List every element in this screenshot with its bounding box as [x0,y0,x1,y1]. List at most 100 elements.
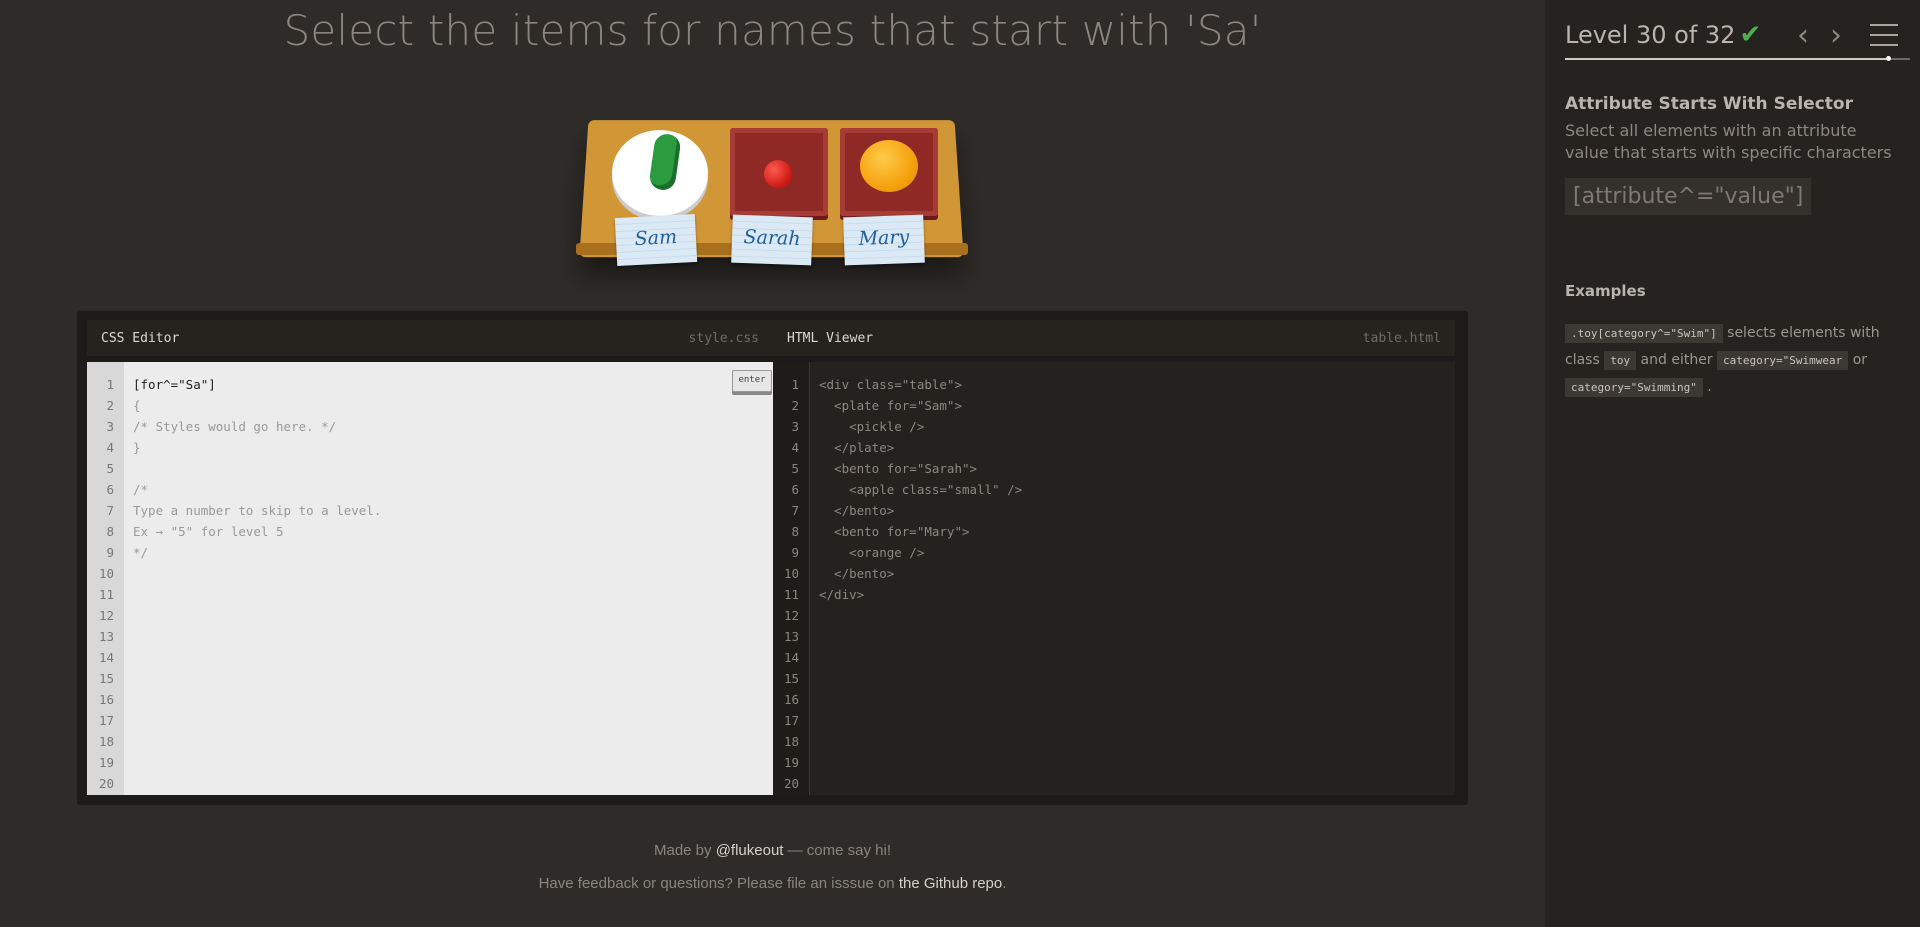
orange[interactable] [860,140,918,192]
line-number: 15 [783,671,799,686]
enter-button[interactable]: enter [732,370,772,392]
code-line: */ [133,545,149,560]
code-line: <pickle /> [819,419,925,434]
line-number: 2 [106,398,114,413]
code-chip: category="Swimming" [1565,378,1703,397]
code-line: </plate> [819,440,895,455]
css-editor[interactable]: 1 2 3 4 5 6 7 8 9 10 11 12 13 14 15 16 17 18 19 20 [for^="S… [87,362,773,795]
line-number: 6 [791,482,799,497]
code-line: Type a number to skip to a level. [133,503,382,518]
line-number: 5 [106,461,114,476]
css-line-numbers: 1 2 3 4 5 6 7 8 9 10 11 12 13 14 15 16 17 18 19 20 [87,362,124,795]
css-code[interactable]: [for^="Sa"] {/* Styles would go here. */}… [133,374,381,563]
code-line: <plate for="Sam"> [819,398,962,413]
selector-name: Attribute Starts With Selector [1565,94,1853,114]
line-number: 5 [791,461,799,476]
code-chip: .toy[category^="Swim"] [1565,324,1723,343]
code-line: Ex → "5" for level 5 [133,524,284,539]
main-area: Select the items for names that start wi… [0,0,1545,927]
line-number: 15 [98,671,114,686]
code-line: } [133,440,141,455]
line-number: 12 [783,608,799,623]
code-line: <bento for="Mary"> [819,524,970,539]
tag-label: Sarah [743,226,801,250]
line-number: 11 [98,587,114,602]
line-number: 14 [98,650,114,665]
line-number: 13 [783,629,799,644]
example-text: .toy[category^="Swim"] selects elements … [1565,320,1910,401]
line-number: 19 [783,755,799,770]
line-number: 13 [98,629,114,644]
code-line: <apple class="small" /> [819,482,1023,497]
selector-description: Select all elements with an attribute va… [1565,121,1892,162]
line-number: 11 [783,587,799,602]
html-viewer-header: HTML Viewer table.html [773,320,1455,357]
code-line: <bento for="Sarah"> [819,461,978,476]
example-part: . [1702,379,1712,395]
example-part: and either [1636,352,1718,368]
line-number: 1 [791,377,799,392]
code-line: { [133,398,141,413]
level-progress-bar [1565,56,1910,61]
line-number: 8 [791,524,799,539]
menu-icon[interactable] [1870,24,1898,46]
name-tag-mary: Mary [843,214,925,266]
instruction-heading: Select the items for names that start wi… [283,6,1262,55]
css-editor-header: CSS Editor style.css [87,320,773,357]
examples-title: Examples [1565,282,1646,300]
footer-credit: Made by @flukeout — come say hi! [0,842,1545,859]
footer-feedback: Have feedback or questions? Please file … [0,875,1545,892]
name-tag-sarah: Sarah [731,214,813,266]
line-number: 1 [106,377,114,392]
period: . [1002,875,1007,892]
line-number: 7 [106,503,114,518]
tag-label: Sam [634,225,678,251]
line-number: 10 [98,566,114,581]
name-tag-sam: Sam [614,213,698,267]
code-chip: toy [1604,351,1637,370]
github-repo-link[interactable]: the Github repo [899,875,1002,892]
line-number: 18 [98,734,114,749]
level-text: Level 30 of 32 [1565,21,1736,49]
line-number: 8 [106,524,114,539]
line-number: 4 [106,440,114,455]
say-hi-text: — come say hi! [783,842,892,859]
previous-level-icon[interactable]: ‹ [1797,18,1809,53]
line-number: 20 [783,776,799,791]
code-line: <orange /> [819,545,925,560]
html-viewer-title: HTML Viewer [787,331,874,346]
code-line: </bento> [819,503,895,518]
css-editor-title: CSS Editor [101,331,180,346]
table-scene: Sam Sarah Mary [570,112,975,292]
tag-label: Mary [858,226,910,250]
editor-window: CSS Editor style.css HTML Viewer table.h… [77,311,1468,805]
line-number: 14 [783,650,799,665]
level-indicator[interactable]: Level 30 of 32 ✔ [1565,20,1761,50]
code-line: </bento> [819,566,895,581]
line-number: 2 [791,398,799,413]
progress-marker [1886,56,1892,61]
line-number: 6 [106,482,114,497]
feedback-text: Have feedback or questions? Please file … [538,875,895,892]
next-level-icon[interactable]: › [1830,18,1842,53]
line-number: 3 [791,419,799,434]
credit-text: Made by [653,842,712,859]
html-code: <div class="table"> <plate for="Sam"> <p… [819,374,1022,605]
line-number: 4 [791,440,799,455]
line-number: 9 [106,545,114,560]
code-line: [for^="Sa"] [133,377,216,392]
apple[interactable] [764,160,792,188]
progress-fill [1565,58,1889,60]
code-line: /* [133,482,149,497]
line-number: 17 [98,713,114,728]
selector-syntax: [attribute^="value"] [1565,178,1812,215]
html-file-name: table.html [1362,331,1441,346]
line-number: 16 [783,692,799,707]
html-line-numbers: 1 2 3 4 5 6 7 8 9 10 11 12 13 14 15 16 17 18 19 20 [773,362,810,795]
code-chip: category="Swimwear [1717,351,1849,370]
line-number: 20 [98,776,114,791]
css-file-name: style.css [688,331,759,346]
author-link[interactable]: @flukeout [716,842,784,859]
line-number: 17 [783,713,799,728]
